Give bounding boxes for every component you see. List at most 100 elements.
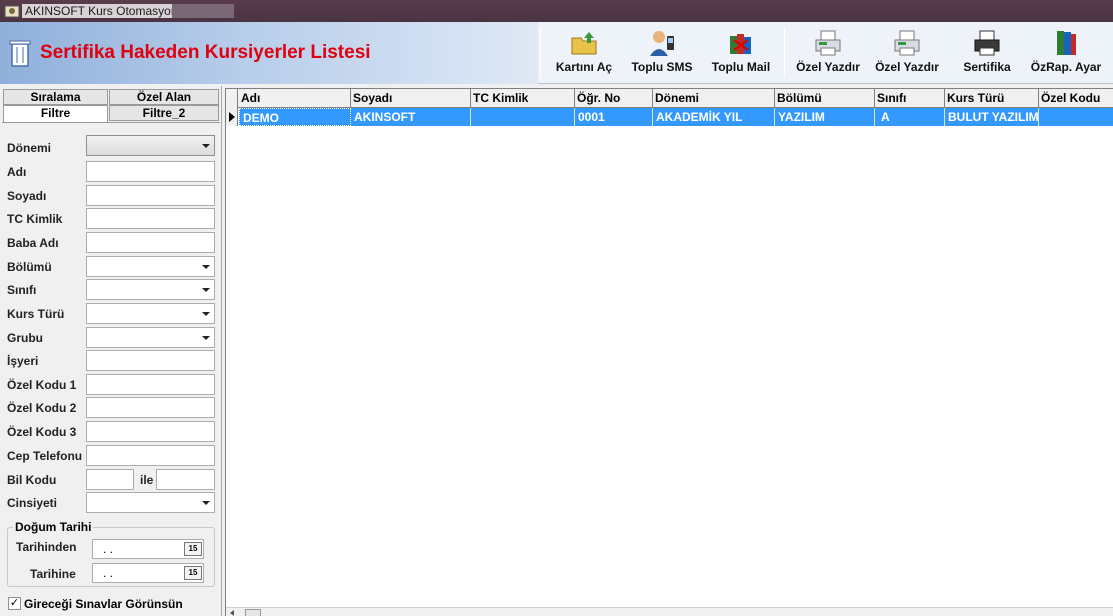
scroll-left-icon[interactable] <box>230 610 234 616</box>
report-settings-button[interactable]: ÖzRap. Ayar <box>1028 28 1104 78</box>
column-header-donemi[interactable]: Dönemi <box>653 89 775 108</box>
column-header-ogr-no[interactable]: Öğr. No <box>575 89 653 108</box>
cep-telefonu-input[interactable] <box>86 445 215 466</box>
column-header-adi[interactable]: Adı <box>239 89 351 108</box>
open-card-button[interactable]: Kartını Aç <box>552 28 616 78</box>
user-phone-icon <box>650 31 674 56</box>
bil-kodu-to-input[interactable] <box>156 469 215 490</box>
adi-label: Adı <box>7 165 27 179</box>
cell-ozel-kodu[interactable] <box>1039 108 1113 126</box>
ozel-kodu-1-input[interactable] <box>86 374 215 395</box>
cell-donemi[interactable]: AKADEMİK YIL <box>653 108 775 126</box>
custom-print-button-2[interactable]: Özel Yazdır <box>873 28 941 78</box>
ile-label: ile <box>140 473 154 487</box>
column-header-tc-kimlik[interactable]: TC Kimlik <box>471 89 575 108</box>
cell-bolumu[interactable]: YAZILIM <box>775 108 875 126</box>
horizontal-scrollbar[interactable] <box>226 607 1113 616</box>
cinsiyeti-select[interactable] <box>86 492 215 513</box>
filter-row-bolumu: Bölümü <box>2 256 220 278</box>
table-row[interactable]: DEMO AKINSOFT 0001 AKADEMİK YIL YAZILIM … <box>226 108 1113 126</box>
bil-kodu-from-input[interactable] <box>86 469 134 490</box>
ozel-kodu-2-input[interactable] <box>86 397 215 418</box>
tarihine-label: Tarihine <box>30 567 76 581</box>
filter-row-cep-telefonu: Cep Telefonu <box>2 445 220 467</box>
tab-siralama[interactable]: Sıralama <box>3 89 108 105</box>
tarihinden-date-input[interactable]: . . 15 <box>92 539 204 559</box>
donemi-select[interactable] <box>86 135 215 156</box>
custom-print-button-1[interactable]: Özel Yazdır <box>794 28 862 78</box>
bolumu-select[interactable] <box>86 256 215 277</box>
filter-panel: Sıralama Özel Alan Filtre Filtre_2 Dönem… <box>0 86 222 616</box>
filter-form: Dönemi Adı Soyadı TC Kimlik Baba Adı Böl… <box>2 122 220 616</box>
column-header-soyadi[interactable]: Soyadı <box>351 89 471 108</box>
filter-row-baba-adi: Baba Adı <box>2 232 220 254</box>
tarihine-value: . . <box>103 566 114 580</box>
cell-tc-kimlik[interactable] <box>471 108 575 126</box>
filter-row-cinsiyeti: Cinsiyeti <box>2 492 220 514</box>
baba-adi-label: Baba Adı <box>7 236 59 250</box>
page-title: Sertifika Hakeden Kursiyerler Listesi <box>40 42 371 63</box>
tarihinden-label: Tarihinden <box>16 540 77 554</box>
isyeri-label: İşyeri <box>7 354 39 368</box>
column-header-kurs-turu[interactable]: Kurs Türü <box>945 89 1039 108</box>
ozel-kodu-3-label: Özel Kodu 3 <box>7 425 77 439</box>
sinifi-select[interactable] <box>86 279 215 300</box>
filter-row-sinifi: Sınıfı <box>2 279 220 301</box>
page-banner: Sertifika Hakeden Kursiyerler Listesi <box>0 22 538 84</box>
books-icon <box>1057 31 1076 55</box>
show-exams-checkbox[interactable]: ✓ <box>8 597 21 610</box>
column-header-ozel-kodu[interactable]: Özel Kodu <box>1039 89 1113 108</box>
adi-input[interactable] <box>86 161 215 182</box>
filter-row-adi: Adı <box>2 161 220 183</box>
soyadi-input[interactable] <box>86 185 215 206</box>
chevron-down-icon <box>202 336 210 340</box>
birth-date-group: Doğum Tarihi Tarihinden . . 15 Tarihine … <box>7 520 215 587</box>
calendar-icon[interactable]: 15 <box>184 542 202 556</box>
tab-row-bottom: Filtre Filtre_2 <box>3 105 219 123</box>
trash-bin-icon <box>9 40 31 67</box>
cep-telefonu-label: Cep Telefonu <box>7 449 83 463</box>
column-header-sinifi[interactable]: Sınıfı <box>875 89 945 108</box>
cell-kurs-turu[interactable]: BULUT YAZILIM <box>945 108 1039 126</box>
calendar-icon[interactable]: 15 <box>184 566 202 580</box>
filter-row-donemi: Dönemi <box>2 135 220 157</box>
ozel-kodu-3-input[interactable] <box>86 421 215 442</box>
cell-soyadi[interactable]: AKINSOFT <box>351 108 471 126</box>
printer-icon <box>815 30 841 56</box>
ozel-kodu-1-label: Özel Kodu 1 <box>7 378 77 392</box>
kurs-turu-label: Kurs Türü <box>7 307 65 321</box>
cell-sinifi[interactable]: A <box>875 108 945 126</box>
chevron-down-icon <box>202 265 210 269</box>
tc-kimlik-input[interactable] <box>86 208 215 229</box>
tab-filtre[interactable]: Filtre <box>3 105 108 123</box>
kurs-turu-select[interactable] <box>86 303 215 324</box>
filter-row-kurs-turu: Kurs Türü <box>2 303 220 325</box>
scroll-thumb[interactable] <box>245 609 261 616</box>
grubu-select[interactable] <box>86 327 215 348</box>
cell-adi[interactable]: DEMO <box>239 108 351 126</box>
window-titlebar: AKINSOFT Kurs Otomasyonu s <box>0 0 1113 22</box>
folder-open-icon <box>571 32 597 55</box>
cell-ogr-no[interactable]: 0001 <box>575 108 653 126</box>
students-grid: Adı Soyadı TC Kimlik Öğr. No Dönemi Bölü… <box>225 88 1113 616</box>
bulk-mail-button[interactable]: Toplu Mail <box>708 28 774 78</box>
filter-row-ozel-kodu-1: Özel Kodu 1 <box>2 374 220 396</box>
tarihine-date-input[interactable]: . . 15 <box>92 563 204 583</box>
chevron-down-icon <box>202 312 210 316</box>
soyadi-label: Soyadı <box>7 189 47 203</box>
window-title: AKINSOFT Kurs Otomasyonu s <box>22 4 197 18</box>
toolbar: Kartını Aç Toplu SMS Toplu Mail Özel Yaz… <box>540 22 1113 84</box>
grid-header: Adı Soyadı TC Kimlik Öğr. No Dönemi Bölü… <box>226 89 1113 108</box>
column-header-bolumu[interactable]: Bölümü <box>775 89 875 108</box>
bulk-sms-button[interactable]: Toplu SMS <box>628 28 696 78</box>
isyeri-input[interactable] <box>86 350 215 371</box>
header-indicator <box>226 89 238 108</box>
filter-row-bil-kodu: Bil Kodu ile <box>2 469 220 491</box>
tab-ozel-alan[interactable]: Özel Alan <box>109 89 219 105</box>
show-exams-label: Gireceği Sınavlar Görünsün <box>24 597 183 611</box>
certificate-button[interactable]: Sertifika <box>958 28 1016 78</box>
tab-filtre-2[interactable]: Filtre_2 <box>109 105 219 121</box>
filter-row-isyeri: İşyeri <box>2 350 220 372</box>
donemi-label: Dönemi <box>7 141 52 155</box>
baba-adi-input[interactable] <box>86 232 215 253</box>
